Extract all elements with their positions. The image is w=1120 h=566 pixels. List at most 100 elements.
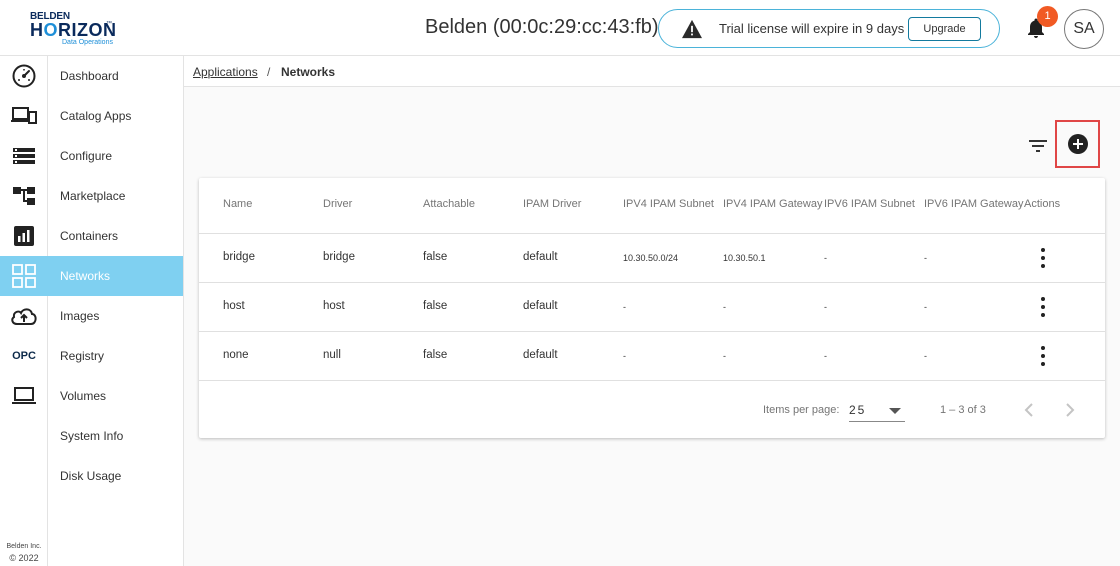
sidebar-item-configure[interactable]: Configure [48, 136, 183, 176]
rail-volumes[interactable] [0, 376, 48, 416]
column-header-name[interactable]: Name [223, 198, 252, 210]
user-avatar[interactable]: SA [1064, 9, 1104, 49]
copyright-company: Belden Inc. [6, 543, 42, 550]
sidebar-item-networks[interactable]: Networks [48, 256, 183, 296]
column-header-driver[interactable]: Driver [323, 198, 352, 210]
cell-driver: bridge [323, 251, 355, 263]
more-vert-icon[interactable] [1035, 297, 1051, 317]
sidebar-item-catalog-apps[interactable]: Catalog Apps [48, 96, 183, 136]
rail-dashboard[interactable] [0, 56, 48, 96]
cell-ipv6-gateway: - [924, 351, 927, 361]
networks-table-card: Name Driver Attachable IPAM Driver IPV4 … [199, 178, 1105, 438]
cell-driver: host [323, 300, 345, 312]
breadcrumb-applications-link[interactable]: Applications [193, 65, 258, 79]
sidebar-item-registry[interactable]: Registry [48, 336, 183, 376]
notification-badge: 1 [1037, 6, 1058, 27]
next-page-button[interactable] [1060, 400, 1080, 420]
previous-page-button[interactable] [1019, 400, 1039, 420]
cell-ipv6-subnet: - [824, 253, 827, 263]
rail-catalog-apps[interactable] [0, 96, 48, 136]
column-header-actions: Actions [1024, 198, 1061, 210]
rail-containers[interactable] [0, 216, 48, 256]
grid-icon [12, 264, 36, 288]
more-vert-icon[interactable] [1035, 248, 1051, 268]
speedometer-icon [12, 64, 36, 88]
cell-ipv4-subnet: 10.30.50.0/24 [623, 253, 679, 263]
cell-ipv4-gateway: - [723, 351, 726, 361]
cell-ipv6-gateway: - [924, 302, 927, 312]
cell-ipv6-gateway: - [924, 253, 927, 263]
license-message: Trial license will expire in 9 days [719, 21, 905, 36]
devices-icon [11, 107, 37, 124]
logo-line-horizon: HORIZON [30, 20, 117, 41]
column-header-ipv4-subnet[interactable]: IPV4 IPAM Subnet [623, 198, 714, 210]
sidebar-item-images[interactable]: Images [48, 296, 183, 336]
sidebar-item-system-info[interactable]: System Info [48, 416, 183, 456]
rail-configure[interactable] [0, 136, 48, 176]
plus-circle-icon [1067, 134, 1088, 154]
column-header-ipv4-gateway[interactable]: IPV4 IPAM Gateway [723, 198, 822, 210]
table-row[interactable]: bridge bridge false default 10.30.50.0/2… [199, 234, 1105, 283]
rail-networks[interactable] [0, 256, 48, 296]
hierarchy-icon [13, 187, 35, 205]
sidebar-nav: Dashboard Catalog Apps Configure Marketp… [48, 56, 184, 566]
chevron-left-icon [1024, 403, 1033, 417]
main-content: Applications / Networks Name Driver Atta… [184, 56, 1120, 566]
logo-trademark: ™ [106, 21, 112, 27]
icon-rail: OPC Belden Inc. © 2022 [0, 56, 48, 566]
top-header: BELDEN HORIZON ™ Data Operations Belden … [0, 0, 1120, 56]
logo-o: O [43, 20, 59, 40]
cell-ipv6-subnet: - [824, 351, 827, 361]
cell-ipv4-subnet: - [623, 351, 626, 361]
sidebar-item-containers[interactable]: Containers [48, 216, 183, 256]
cell-name: none [223, 349, 249, 361]
column-header-ipam-driver[interactable]: IPAM Driver [523, 198, 581, 210]
page-size-select[interactable]: 25 [849, 400, 905, 422]
sidebar-item-dashboard[interactable]: Dashboard [48, 56, 183, 96]
rail-registry[interactable]: OPC [0, 336, 48, 376]
page-size-value: 25 [849, 403, 867, 417]
laptop-icon [12, 387, 36, 404]
cell-ipam-driver: default [523, 300, 558, 312]
rail-images[interactable] [0, 296, 48, 336]
column-header-attachable[interactable]: Attachable [423, 198, 475, 210]
list-icon [13, 148, 35, 164]
cloud-upload-icon [11, 308, 37, 325]
cell-name: bridge [223, 251, 255, 263]
cell-name: host [223, 300, 245, 312]
column-header-ipv6-subnet[interactable]: IPV6 IPAM Subnet [824, 198, 915, 210]
cell-ipv4-subnet: - [623, 302, 626, 312]
table-header: Name Driver Attachable IPAM Driver IPV4 … [199, 178, 1105, 234]
table-row[interactable]: none null false default - - - - [199, 332, 1105, 381]
sidebar-item-volumes[interactable]: Volumes [48, 376, 183, 416]
cell-attachable: false [423, 251, 448, 263]
chart-box-icon [14, 226, 34, 246]
sidebar-item-disk-usage[interactable]: Disk Usage [48, 456, 183, 496]
logo-line-data-operations: Data Operations [62, 39, 113, 46]
cell-ipam-driver: default [523, 349, 558, 361]
items-per-page-label: Items per page: [763, 404, 840, 416]
rail-marketplace[interactable] [0, 176, 48, 216]
logo-h: H [30, 20, 44, 40]
belden-horizon-logo[interactable]: BELDEN HORIZON ™ Data Operations [28, 9, 128, 49]
chevron-right-icon [1066, 403, 1075, 417]
sidebar-item-marketplace[interactable]: Marketplace [48, 176, 183, 216]
column-header-ipv6-gateway[interactable]: IPV6 IPAM Gateway [924, 198, 1023, 210]
cell-ipam-driver: default [523, 251, 558, 263]
warning-icon [682, 19, 702, 39]
breadcrumb-separator: / [267, 65, 271, 79]
add-network-button[interactable] [1055, 120, 1100, 168]
more-vert-icon[interactable] [1035, 346, 1051, 366]
filter-icon[interactable] [1026, 134, 1050, 158]
cell-ipv4-gateway: 10.30.50.1 [723, 253, 766, 263]
copyright-year: © 2022 [9, 553, 39, 563]
cell-ipv6-subnet: - [824, 302, 827, 312]
cell-driver: null [323, 349, 341, 361]
opc-icon: OPC [12, 350, 36, 362]
upgrade-button[interactable]: Upgrade [908, 17, 981, 41]
cell-attachable: false [423, 300, 448, 312]
breadcrumb-current: Networks [281, 65, 336, 79]
table-row[interactable]: host host false default - - - - [199, 283, 1105, 332]
page-range-label: 1 – 3 of 3 [940, 404, 986, 416]
device-title: Belden (00:0c:29:cc:43:fb) [425, 16, 659, 38]
